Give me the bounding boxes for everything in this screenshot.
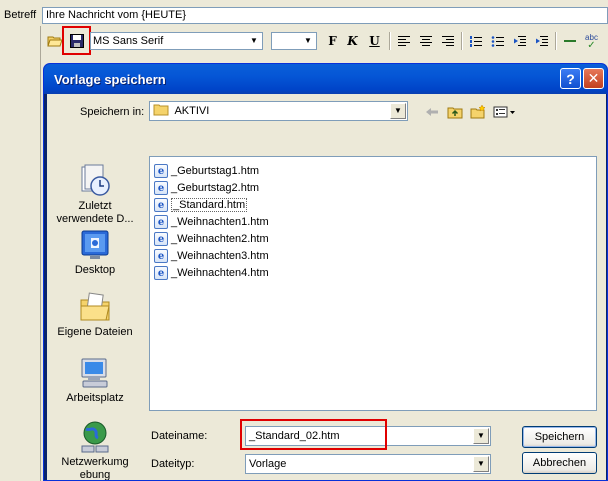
file-item[interactable]: e _Geburtstag1.htm [154, 163, 259, 179]
font-name-value: MS Sans Serif [93, 35, 164, 47]
font-name-select[interactable]: MS Sans Serif ▼ [90, 32, 263, 50]
recent-documents-icon [78, 164, 112, 198]
place-recent[interactable]: Zuletzt verwendete D... [55, 164, 135, 226]
file-item[interactable]: e _Weihnachten3.htm [154, 248, 269, 264]
html-file-icon: e [154, 232, 168, 246]
chevron-down-icon[interactable]: ▼ [473, 428, 489, 444]
place-computer-label: Arbeitsplatz [66, 392, 124, 404]
file-name: _Standard.htm [171, 198, 248, 212]
outdent-icon[interactable] [509, 31, 530, 51]
filetype-label: Dateityp: [151, 458, 195, 470]
format-toolbar: MS Sans Serif ▼ ▼ F K U abc ✓ [42, 26, 608, 55]
save-button[interactable]: Speichern [522, 426, 597, 448]
indent-icon[interactable] [531, 31, 552, 51]
font-size-select[interactable]: ▼ [271, 32, 317, 50]
place-network-label: Netzwerkumgebung [61, 456, 129, 481]
html-file-icon: e [154, 215, 168, 229]
italic-button[interactable]: K [342, 31, 363, 51]
save-template-dialog: Vorlage speichern ? ✕ Speichern in: AKTI… [43, 63, 608, 481]
file-list[interactable]: e _Geburtstag1.htm e _Geburtstag2.htm e … [149, 156, 597, 411]
file-item[interactable]: e _Weihnachten4.htm [154, 265, 269, 281]
dialog-title: Vorlage speichern [54, 72, 166, 87]
horizontal-line-icon[interactable] [559, 31, 580, 51]
back-icon[interactable] [421, 102, 442, 122]
filename-highlight-box [240, 419, 387, 450]
network-places-icon [78, 420, 112, 454]
align-left-icon[interactable] [393, 31, 414, 51]
file-item-selected[interactable]: e _Standard.htm [154, 197, 248, 213]
save-in-label: Speichern in: [80, 106, 145, 118]
cancel-button[interactable]: Abbrechen [522, 452, 597, 474]
new-folder-icon[interactable] [467, 102, 488, 122]
html-file-icon: e [154, 266, 168, 280]
html-file-icon: e [154, 198, 168, 212]
place-documents-label: Eigene Dateien [57, 326, 133, 338]
my-documents-icon [78, 290, 112, 324]
place-recent-label: Zuletzt verwendete D... [56, 200, 134, 225]
place-desktop-label: Desktop [74, 264, 116, 276]
html-file-icon: e [154, 164, 168, 178]
dialog-titlebar[interactable]: Vorlage speichern ? ✕ [44, 64, 607, 94]
file-name: _Geburtstag1.htm [171, 165, 260, 177]
save-in-select[interactable]: AKTIVI ▼ [149, 101, 408, 121]
file-item[interactable]: e _Weihnachten1.htm [154, 214, 269, 230]
underline-button[interactable]: U [364, 31, 385, 51]
bullet-list-icon[interactable] [487, 31, 508, 51]
place-network[interactable]: Netzwerkumgebung [55, 420, 135, 481]
chevron-down-icon[interactable]: ▼ [390, 103, 406, 119]
numbered-list-icon[interactable] [465, 31, 486, 51]
dialog-body: Speichern in: AKTIVI ▼ Zuletzt verwendet… [47, 94, 606, 481]
file-name: _Weihnachten1.htm [171, 216, 269, 228]
chevron-down-icon[interactable]: ▼ [246, 33, 262, 49]
file-name: _Weihnachten3.htm [171, 250, 269, 262]
save-in-value: AKTIVI [174, 105, 210, 117]
desktop-icon [78, 228, 112, 262]
filetype-value: Vorlage [249, 458, 287, 470]
file-item[interactable]: e _Weihnachten2.htm [154, 231, 269, 247]
bold-button[interactable]: F [322, 31, 343, 51]
html-file-icon: e [154, 181, 168, 195]
file-name: _Geburtstag2.htm [171, 182, 260, 194]
align-right-icon[interactable] [437, 31, 458, 51]
filename-label: Dateiname: [151, 430, 208, 442]
chevron-down-icon[interactable]: ▼ [473, 456, 489, 472]
close-button[interactable]: ✕ [583, 68, 604, 89]
place-computer[interactable]: Arbeitsplatz [55, 356, 135, 405]
html-file-icon: e [154, 249, 168, 263]
file-name: _Weihnachten2.htm [171, 233, 269, 245]
file-item[interactable]: e _Geburtstag2.htm [154, 180, 259, 196]
spellcheck-icon[interactable]: abc ✓ [581, 31, 602, 51]
help-button[interactable]: ? [560, 68, 581, 89]
align-center-icon[interactable] [415, 31, 436, 51]
chevron-down-icon[interactable]: ▼ [300, 33, 316, 49]
filetype-select[interactable]: Vorlage ▼ [245, 454, 491, 474]
place-documents[interactable]: Eigene Dateien [55, 290, 135, 339]
view-menu-icon[interactable] [491, 102, 519, 122]
folder-icon [153, 104, 169, 116]
save-highlight-box [62, 26, 91, 55]
subject-label: Betreff [4, 9, 37, 21]
up-folder-icon[interactable] [444, 102, 465, 122]
place-desktop[interactable]: Desktop [55, 228, 135, 277]
my-computer-icon [78, 356, 112, 390]
subject-input[interactable]: Ihre Nachricht vom {HEUTE} [42, 7, 608, 24]
file-name: _Weihnachten4.htm [171, 267, 269, 279]
